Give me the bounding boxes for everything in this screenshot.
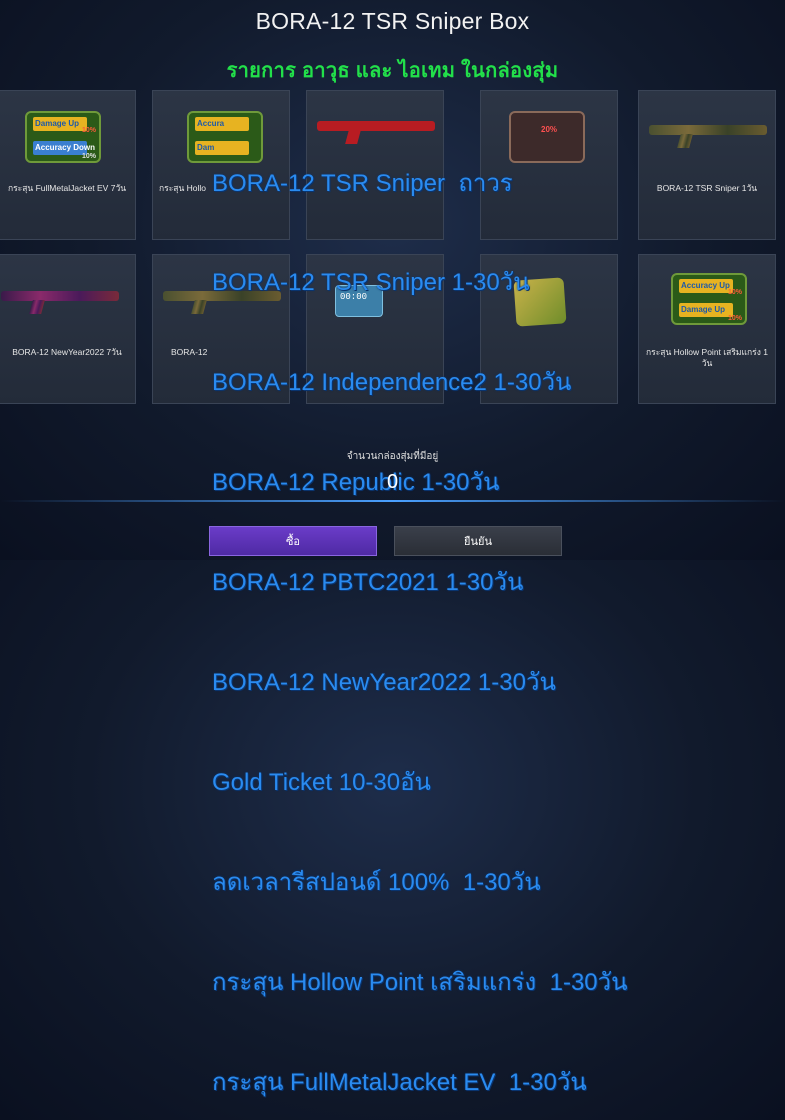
window-title: BORA-12 TSR Sniper Box — [255, 8, 530, 34]
item-card[interactable]: Damage Up Accuracy Down 10% 10% กระสุน F… — [0, 90, 136, 240]
item-name: กระสุน FullMetalJacket EV 7วัน — [7, 183, 127, 193]
item-card[interactable]: BORA-12 TSR Sniper 1วัน — [638, 90, 776, 240]
item-name: BORA-12 TSR Sniper 1วัน — [656, 183, 758, 193]
reward-line: BORA-12 Independence2 1-30วัน — [212, 369, 572, 397]
badge-bottom-percent: 10% — [727, 315, 742, 322]
reward-line: BORA-12 TSR Sniper ถาวร — [212, 169, 513, 197]
badge-bottom-percent: 10% — [81, 153, 96, 160]
badge-bottom-text: Accuracy Down — [35, 143, 96, 152]
badge-top-text: Accuracy Up — [681, 281, 730, 290]
camo-rifle-icon — [649, 125, 767, 135]
damage-accuracy-badge-icon: Damage Up Accuracy Down 10% 10% — [25, 111, 101, 163]
item-card[interactable]: BORA-12 NewYear2022 7วัน — [0, 254, 136, 404]
divider — [0, 500, 785, 502]
buy-button[interactable]: ซื้อ — [209, 526, 377, 556]
item-name: BORA-12 NewYear2022 7วัน — [12, 347, 122, 357]
badge-top-text: Damage Up — [35, 119, 80, 128]
reward-list-overlay: BORA-12 TSR Sniper ถาวร BORA-12 TSR Snip… — [212, 100, 628, 1120]
purple-rifle-icon — [1, 291, 119, 301]
reward-line: BORA-12 NewYear2022 1-30วัน — [212, 669, 556, 697]
item-name: กระสุน Hollow Point เสริมแกร่ง 1 วัน — [646, 347, 768, 368]
box-count-value: 0 — [386, 471, 399, 493]
confirm-button[interactable]: ยืนยัน — [394, 526, 562, 556]
badge-top-percent: 10% — [727, 289, 742, 296]
reward-line: Gold Ticket 10-30อัน — [212, 768, 431, 796]
reward-line: กระสุน FullMetalJacket EV 1-30วัน — [212, 1068, 587, 1096]
item-list-subtitle: รายการ อาวุธ และ ไอเทม ในกล่องสุ่ม — [226, 60, 559, 82]
reward-line: BORA-12 PBTC2021 1-30วัน — [212, 569, 524, 597]
box-count-label: จำนวนกล่องสุ่มที่มีอยู่ — [346, 451, 439, 462]
reward-line: กระสุน Hollow Point เสริมแกร่ง 1-30วัน — [212, 968, 628, 996]
reward-line: BORA-12 TSR Sniper 1-30วัน — [212, 269, 530, 297]
badge-top-percent: 10% — [81, 127, 96, 134]
badge-bottom-text: Damage Up — [681, 305, 726, 314]
item-card[interactable]: Accuracy Up Damage Up 10% 10% กระสุน Hol… — [638, 254, 776, 404]
accuracy-damage-badge-icon: Accuracy Up Damage Up 10% 10% — [671, 273, 747, 325]
reward-line: ลดเวลารีสปอนด์ 100% 1-30วัน — [212, 868, 541, 896]
